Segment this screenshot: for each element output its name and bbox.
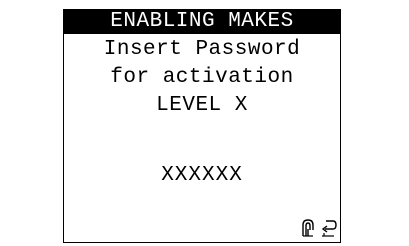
screen-title: ENABLING MAKES bbox=[63, 9, 341, 34]
softkey-icons bbox=[300, 218, 338, 240]
level-label: LEVEL X bbox=[156, 94, 248, 117]
password-field[interactable]: XXXXXX bbox=[63, 164, 341, 188]
instruction-line-2: for activation bbox=[110, 66, 294, 89]
display-screen: ENABLING MAKES Insert Password for activ… bbox=[0, 0, 409, 246]
instruction-line-1: Insert Password bbox=[103, 38, 301, 61]
enter-icon[interactable] bbox=[300, 218, 316, 238]
back-arrow-icon[interactable] bbox=[320, 218, 338, 238]
